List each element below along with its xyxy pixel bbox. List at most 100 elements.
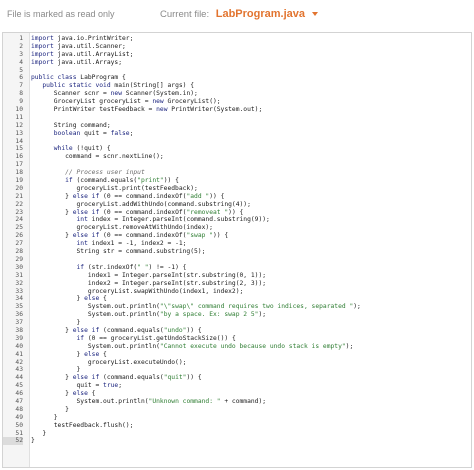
code-text: PrintWriter testFeedback = new PrintWrit… [31,106,263,114]
code-line[interactable]: 19 if (command.equals("print")) { [3,177,471,185]
line-number: 24 [15,216,23,224]
code-text: System.out.println("\"swap\" command req… [31,303,361,311]
code-line[interactable]: 50 testFeedback.flush(); [3,422,471,430]
code-text: if (0 == groceryList.getUndoStackSize())… [76,334,236,342]
line-number: 17 [15,161,23,169]
code-text: groceryList.addWithUndo(command.substrin… [31,200,251,208]
code-line[interactable]: 6 public class LabProgram { [3,74,471,82]
code-text: Scanner scnr = new Scanner(System.in); [31,90,198,98]
code-line[interactable]: 43 } [3,366,471,374]
code-line[interactable]: 1 import java.io.PrintWriter; [3,35,471,43]
code-line[interactable]: 16 command = scnr.nextLine(); [3,153,471,161]
code-line[interactable]: 51 } [3,430,471,438]
code-text: } [31,405,69,413]
code-line[interactable]: 37 } [3,319,471,327]
code-text: GroceryList groceryList = new GroceryLis… [31,98,221,106]
code-line[interactable]: 48 } [3,406,471,414]
line-number: 25 [15,224,23,232]
line-number: 37 [15,319,23,327]
code-text: testFeedback.flush(); [31,421,134,429]
code-line[interactable]: 21 } else if (0 == command.indexOf("add … [3,193,471,201]
code-text: boolean quit = false; [53,129,134,137]
code-line[interactable]: 47 System.out.println("Unknown command: … [3,398,471,406]
line-number: 22 [15,200,23,208]
code-line[interactable]: 11 [3,114,471,122]
code-line[interactable]: 3 import java.util.ArrayList; [3,51,471,59]
line-number: 7 [19,82,23,90]
line-number: 46 [15,390,23,398]
code-line[interactable]: 15 while (!quit) { [3,145,471,153]
code-line[interactable]: 27 int index1 = -1, index2 = -1; [3,240,471,248]
code-line[interactable]: 32 index2 = Integer.parseInt(str.substri… [3,280,471,288]
line-number: 44 [15,374,23,382]
code-line[interactable]: 35 System.out.println("\"swap\" command … [3,303,471,311]
code-line[interactable]: 5 [3,67,471,75]
code-line[interactable]: 2 import java.util.Scanner; [3,43,471,51]
line-number: 30 [15,263,23,271]
line-number: 39 [15,334,23,342]
line-number: 13 [15,129,23,137]
code-text: public class LabProgram { [31,74,126,82]
code-line[interactable]: 26 } else if (0 == command.indexOf("swap… [3,232,471,240]
code-line[interactable]: 25 groceryList.removeAtWithUndo(index); [3,224,471,232]
line-number: 35 [15,303,23,311]
code-text: command = scnr.nextLine(); [31,153,164,161]
code-text: } [31,429,47,437]
code-text: System.out.println("by a space. Ex: swap… [31,311,267,319]
code-text: } [31,413,58,421]
code-line[interactable]: 31 index1 = Integer.parseInt(str.substri… [3,272,471,280]
code-line[interactable]: 28 String str = command.substring(5); [3,248,471,256]
line-number: 5 [19,66,23,74]
code-line[interactable]: 7 public static void main(String[] args)… [3,82,471,90]
code-line[interactable]: 18 // Process user input [3,169,471,177]
code-text: System.out.println("Unknown command: " +… [31,397,267,405]
current-file-label: Current file: [160,9,210,20]
code-line[interactable]: 14 [3,138,471,146]
code-line[interactable]: 13 boolean quit = false; [3,130,471,138]
line-number: 23 [15,208,23,216]
line-number: 18 [15,169,23,177]
line-number: 33 [15,287,23,295]
code-line[interactable]: 45 quit = true; [3,382,471,390]
code-line[interactable]: 10 PrintWriter testFeedback = new PrintW… [3,106,471,114]
code-line[interactable]: 38 } else if (command.equals("undo")) { [3,327,471,335]
code-line[interactable]: 44 } else if (command.equals("quit")) { [3,374,471,382]
code-text: while (!quit) { [53,145,111,153]
code-line[interactable]: 30 if (str.indexOf(" ") != -1) { [3,264,471,272]
code-line[interactable]: 22 groceryList.addWithUndo(command.subst… [3,201,471,209]
code-text: String command; [31,121,111,129]
chevron-down-icon[interactable] [311,12,318,17]
code-line[interactable]: 4 import java.util.Arrays; [3,59,471,67]
code-line[interactable]: 36 System.out.println("by a space. Ex: s… [3,311,471,319]
code-line[interactable]: 23 } else if (0 == command.indexOf("remo… [3,209,471,217]
code-line[interactable]: 40 System.out.println("Cannot execute un… [3,343,471,351]
code-line[interactable]: 17 [3,161,471,169]
line-number: 14 [15,137,23,145]
code-text: } [31,437,35,445]
code-line[interactable]: 42 groceryList.executeUndo(); [3,359,471,367]
current-file-selector[interactable]: Current file: LabProgram.java [160,8,318,20]
line-number: 43 [15,366,23,374]
code-line[interactable]: 46 } else { [3,390,471,398]
code-editor[interactable]: 1 import java.io.PrintWriter; 2 import java… [2,32,472,468]
code-text: if (command.equals("print")) { [65,177,179,185]
line-number: 45 [15,382,23,390]
code-line[interactable]: 24 int index = Integer.parseInt(command.… [3,216,471,224]
current-file-name[interactable]: LabProgram.java [216,8,305,20]
code-line[interactable]: 9 GroceryList groceryList = new GroceryL… [3,98,471,106]
code-line[interactable]: 41 } else { [3,351,471,359]
code-line[interactable]: 33 groceryList.swapWithUndo(index1, inde… [3,288,471,296]
code-line[interactable]: 52} [3,437,471,446]
code-line[interactable]: 34 } else { [3,295,471,303]
line-number: 8 [19,90,23,98]
code-text: import java.util.Scanner; [31,42,126,50]
code-line[interactable]: 49 } [3,414,471,422]
code-text: } else { [31,390,96,398]
code-text: groceryList.removeAtWithUndo(index); [31,224,213,232]
line-number: 51 [15,429,23,437]
code-line[interactable]: 29 [3,256,471,264]
code-line[interactable]: 12 String command; [3,122,471,130]
code-line[interactable]: 8 Scanner scnr = new Scanner(System.in); [3,90,471,98]
code-line[interactable]: 20 groceryList.print(testFeedback); [3,185,471,193]
code-line[interactable]: 39 if (0 == groceryList.getUndoStackSize… [3,335,471,343]
